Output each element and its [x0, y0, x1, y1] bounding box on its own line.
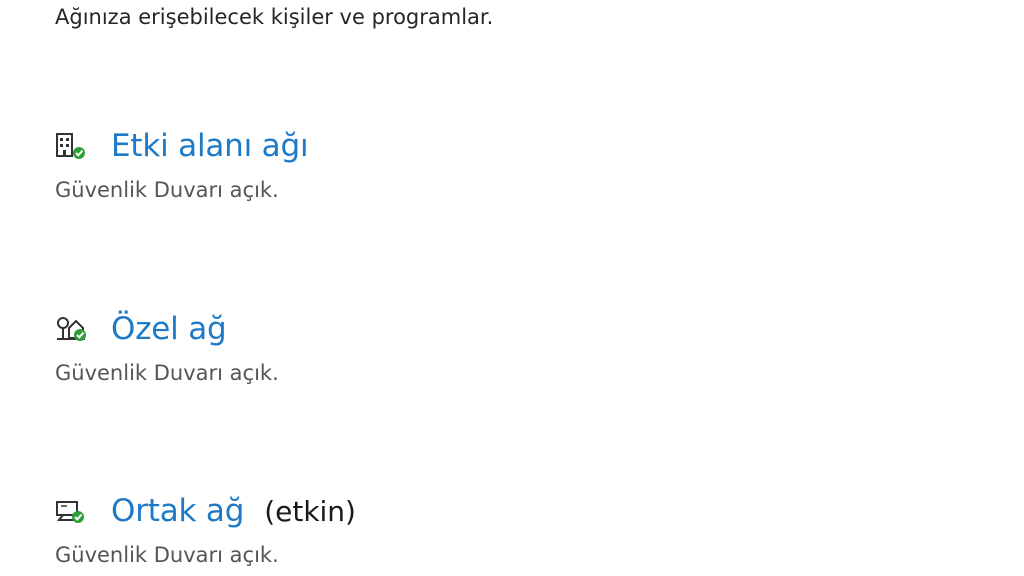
public-network-icon: [55, 496, 91, 526]
domain-network-header: Etki alanı ağı: [55, 124, 955, 168]
private-network-link[interactable]: Özel ağ: [111, 311, 227, 347]
domain-network-status: Güvenlik Duvarı açık.: [55, 178, 279, 202]
intro-text: Ağınıza erişebilecek kişiler ve programl…: [55, 5, 494, 29]
public-network-status: Güvenlik Duvarı açık.: [55, 543, 279, 567]
public-network-header: Ortak ağ (etkin): [55, 489, 955, 533]
domain-network-link[interactable]: Etki alanı ağı: [111, 128, 309, 164]
public-network-link[interactable]: Ortak ağ: [111, 493, 244, 529]
domain-network-icon: [55, 131, 91, 161]
domain-network-section: Etki alanı ağı Güvenlik Duvarı açık.: [55, 124, 955, 202]
private-network-icon: [55, 314, 91, 344]
private-network-header: Özel ağ: [55, 307, 955, 351]
active-network-label: (etkin): [264, 494, 356, 528]
public-network-section: Ortak ağ (etkin) Güvenlik Duvarı açık.: [55, 489, 955, 567]
private-network-section: Özel ağ Güvenlik Duvarı açık.: [55, 307, 955, 385]
private-network-status: Güvenlik Duvarı açık.: [55, 361, 279, 385]
